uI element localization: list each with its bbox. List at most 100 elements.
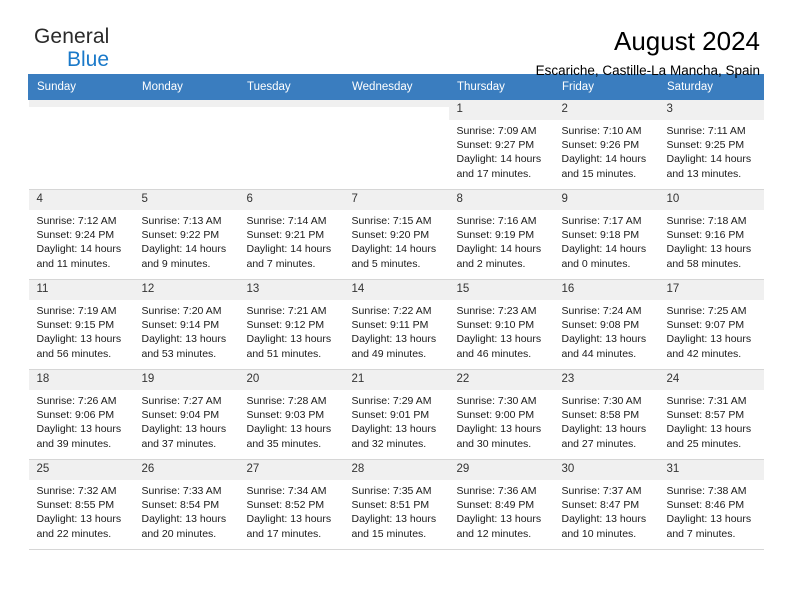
sunrise-text: Sunrise: 7:23 AM	[456, 305, 537, 317]
calendar-day-cell[interactable]: 24 Sunrise: 7:31 AM Sunset: 8:57 PM Dayligh…	[658, 369, 764, 460]
calendar-day-cell[interactable]: 10 Sunrise: 7:18 AM Sunset: 9:16 PM Dayligh…	[658, 189, 764, 280]
day-sun-info: Sunrise: 7:38 AM Sunset: 8:46 PM Daylight:…	[659, 480, 764, 541]
day-sun-info: Sunrise: 7:28 AM Sunset: 9:03 PM Daylight:…	[239, 390, 344, 451]
sunrise-text: Sunrise: 7:20 AM	[141, 305, 222, 317]
calendar-week-row: 4 Sunrise: 7:12 AM Sunset: 9:24 PM Daylight…	[28, 189, 764, 280]
day-cell-content: 4 Sunrise: 7:12 AM Sunset: 9:24 PM Daylight…	[28, 190, 134, 279]
calendar-day-cell[interactable]: 22 Sunrise: 7:30 AM Sunset: 9:00 PM Dayligh…	[448, 369, 554, 460]
calendar-day-cell[interactable]: 25 Sunrise: 7:32 AM Sunset: 8:55 PM Dayligh…	[28, 459, 134, 550]
daylight-text-line2: and 42 minutes.	[666, 347, 742, 360]
day-number: 14	[343, 280, 449, 300]
day-number: 1	[448, 100, 554, 120]
daylight-text-line1: Daylight: 13 hours	[246, 513, 332, 526]
calendar-day-cell[interactable]: 14 Sunrise: 7:22 AM Sunset: 9:11 PM Dayligh…	[343, 279, 449, 370]
day-cell-content: 3 Sunrise: 7:11 AM Sunset: 9:25 PM Daylight…	[658, 100, 764, 189]
day-cell-content: 31 Sunrise: 7:38 AM Sunset: 8:46 PM Dayligh…	[658, 460, 764, 549]
calendar-day-cell[interactable]: 29 Sunrise: 7:36 AM Sunset: 8:49 PM Dayligh…	[448, 459, 554, 550]
daylight-text-line2: and 7 minutes.	[666, 527, 736, 540]
day-sun-info: Sunrise: 7:10 AM Sunset: 9:26 PM Daylight:…	[554, 120, 659, 181]
day-sun-info: Sunrise: 7:26 AM Sunset: 9:06 PM Daylight:…	[29, 390, 134, 451]
sunrise-text: Sunrise: 7:33 AM	[141, 485, 222, 497]
calendar-day-cell[interactable]: 31 Sunrise: 7:38 AM Sunset: 8:46 PM Dayligh…	[658, 459, 764, 550]
daylight-text-line1: Daylight: 13 hours	[141, 513, 227, 526]
day-cell-content: 16 Sunrise: 7:24 AM Sunset: 9:08 PM Dayligh…	[553, 280, 659, 369]
day-sun-info: Sunrise: 7:21 AM Sunset: 9:12 PM Daylight:…	[239, 300, 344, 361]
calendar-day-cell[interactable]: 8 Sunrise: 7:16 AM Sunset: 9:19 PM Daylight…	[448, 189, 554, 280]
daylight-text-line2: and 37 minutes.	[141, 437, 217, 450]
general-blue-logo[interactable]: General Blue	[28, 26, 109, 71]
day-number: 28	[343, 460, 449, 480]
daylight-text-line1: Daylight: 13 hours	[246, 423, 332, 436]
sunrise-text: Sunrise: 7:27 AM	[141, 395, 222, 407]
calendar-day-cell[interactable]: 18 Sunrise: 7:26 AM Sunset: 9:06 PM Dayligh…	[28, 369, 134, 460]
calendar-week-row: 11 Sunrise: 7:19 AM Sunset: 9:15 PM Dayligh…	[28, 279, 764, 370]
calendar-day-cell[interactable]: 4 Sunrise: 7:12 AM Sunset: 9:24 PM Daylight…	[28, 189, 134, 280]
day-sun-info: Sunrise: 7:11 AM Sunset: 9:25 PM Daylight:…	[659, 120, 764, 181]
daylight-text-line1: Daylight: 13 hours	[456, 423, 542, 436]
day-cell-content: 25 Sunrise: 7:32 AM Sunset: 8:55 PM Dayligh…	[28, 460, 134, 549]
sunrise-text: Sunrise: 7:16 AM	[456, 215, 537, 227]
day-cell-content: 9 Sunrise: 7:17 AM Sunset: 9:18 PM Daylight…	[553, 190, 659, 279]
daylight-text-line1: Daylight: 13 hours	[246, 333, 332, 346]
day-number: 3	[658, 100, 764, 120]
daylight-text-line2: and 49 minutes.	[351, 347, 427, 360]
weekday-header-wednesday: Wednesday	[343, 74, 449, 100]
calendar-day-cell[interactable]: 27 Sunrise: 7:34 AM Sunset: 8:52 PM Dayligh…	[238, 459, 344, 550]
calendar-day-cell-empty	[28, 99, 134, 190]
calendar-day-cell[interactable]: 13 Sunrise: 7:21 AM Sunset: 9:12 PM Dayligh…	[238, 279, 344, 370]
calendar-day-cell[interactable]: 12 Sunrise: 7:20 AM Sunset: 9:14 PM Dayligh…	[133, 279, 239, 370]
sunset-text: Sunset: 9:03 PM	[246, 409, 325, 422]
calendar-day-cell[interactable]: 20 Sunrise: 7:28 AM Sunset: 9:03 PM Dayligh…	[238, 369, 344, 460]
calendar-day-cell[interactable]: 26 Sunrise: 7:33 AM Sunset: 8:54 PM Dayligh…	[133, 459, 239, 550]
calendar-day-cell[interactable]: 15 Sunrise: 7:23 AM Sunset: 9:10 PM Dayligh…	[448, 279, 554, 370]
calendar-day-cell[interactable]: 2 Sunrise: 7:10 AM Sunset: 9:26 PM Daylight…	[553, 99, 659, 190]
calendar-day-cell[interactable]: 3 Sunrise: 7:11 AM Sunset: 9:25 PM Daylight…	[658, 99, 764, 190]
day-number: 21	[343, 370, 449, 390]
day-number: 10	[658, 190, 764, 210]
sunset-text: Sunset: 8:51 PM	[351, 499, 430, 512]
calendar-day-cell[interactable]: 7 Sunrise: 7:15 AM Sunset: 9:20 PM Daylight…	[343, 189, 449, 280]
sunset-text: Sunset: 9:07 PM	[666, 319, 745, 332]
sunrise-text: Sunrise: 7:11 AM	[666, 125, 746, 137]
day-number: 9	[553, 190, 659, 210]
sunrise-text: Sunrise: 7:35 AM	[351, 485, 432, 497]
sunset-text: Sunset: 9:12 PM	[246, 319, 325, 332]
calendar-day-cell[interactable]: 17 Sunrise: 7:25 AM Sunset: 9:07 PM Dayligh…	[658, 279, 764, 370]
daylight-text-line2: and 44 minutes.	[561, 347, 637, 360]
page-subtitle: Escariche, Castille-La Mancha, Spain	[535, 63, 760, 78]
calendar-day-cell[interactable]: 9 Sunrise: 7:17 AM Sunset: 9:18 PM Daylight…	[553, 189, 659, 280]
daylight-text-line1: Daylight: 14 hours	[561, 243, 647, 256]
weekday-header-sunday: Sunday	[28, 74, 134, 100]
daylight-text-line1: Daylight: 13 hours	[561, 423, 647, 436]
sunrise-text: Sunrise: 7:21 AM	[246, 305, 327, 317]
calendar-day-cell[interactable]: 1 Sunrise: 7:09 AM Sunset: 9:27 PM Daylight…	[448, 99, 554, 190]
page-title: August 2024	[613, 26, 760, 56]
day-cell-content: 13 Sunrise: 7:21 AM Sunset: 9:12 PM Dayligh…	[238, 280, 344, 369]
calendar-day-cell[interactable]: 6 Sunrise: 7:14 AM Sunset: 9:21 PM Daylight…	[238, 189, 344, 280]
day-cell-content: 29 Sunrise: 7:36 AM Sunset: 8:49 PM Dayligh…	[448, 460, 554, 549]
day-number: 13	[238, 280, 344, 300]
day-cell-content: 15 Sunrise: 7:23 AM Sunset: 9:10 PM Dayligh…	[448, 280, 554, 369]
calendar-day-cell[interactable]: 16 Sunrise: 7:24 AM Sunset: 9:08 PM Dayligh…	[553, 279, 659, 370]
sunset-text: Sunset: 9:00 PM	[456, 409, 535, 422]
day-cell-content: 12 Sunrise: 7:20 AM Sunset: 9:14 PM Dayligh…	[133, 280, 239, 369]
day-cell-content: 20 Sunrise: 7:28 AM Sunset: 9:03 PM Dayligh…	[238, 370, 344, 459]
calendar-day-cell[interactable]: 5 Sunrise: 7:13 AM Sunset: 9:22 PM Daylight…	[133, 189, 239, 280]
sunrise-text: Sunrise: 7:25 AM	[666, 305, 747, 317]
day-sun-info: Sunrise: 7:15 AM Sunset: 9:20 PM Daylight:…	[344, 210, 449, 271]
calendar-day-cell[interactable]: 21 Sunrise: 7:29 AM Sunset: 9:01 PM Dayligh…	[343, 369, 449, 460]
day-sun-info: Sunrise: 7:35 AM Sunset: 8:51 PM Daylight:…	[344, 480, 449, 541]
calendar-day-cell[interactable]: 19 Sunrise: 7:27 AM Sunset: 9:04 PM Dayligh…	[133, 369, 239, 460]
day-sun-info: Sunrise: 7:18 AM Sunset: 9:16 PM Daylight:…	[659, 210, 764, 271]
day-sun-info: Sunrise: 7:17 AM Sunset: 9:18 PM Daylight:…	[554, 210, 659, 271]
day-number: 19	[133, 370, 239, 390]
calendar-day-cell[interactable]: 30 Sunrise: 7:37 AM Sunset: 8:47 PM Dayligh…	[553, 459, 659, 550]
day-sun-info: Sunrise: 7:30 AM Sunset: 9:00 PM Daylight:…	[449, 390, 554, 451]
calendar-day-cell[interactable]: 23 Sunrise: 7:30 AM Sunset: 8:58 PM Dayligh…	[553, 369, 659, 460]
calendar-day-cell[interactable]: 11 Sunrise: 7:19 AM Sunset: 9:15 PM Dayligh…	[28, 279, 134, 370]
calendar-day-cell[interactable]: 28 Sunrise: 7:35 AM Sunset: 8:51 PM Dayligh…	[343, 459, 449, 550]
day-sun-info: Sunrise: 7:20 AM Sunset: 9:14 PM Daylight:…	[134, 300, 239, 361]
day-cell-content: 7 Sunrise: 7:15 AM Sunset: 9:20 PM Daylight…	[343, 190, 449, 279]
day-sun-info: Sunrise: 7:16 AM Sunset: 9:19 PM Daylight:…	[449, 210, 554, 271]
day-cell-content: 5 Sunrise: 7:13 AM Sunset: 9:22 PM Daylight…	[133, 190, 239, 279]
